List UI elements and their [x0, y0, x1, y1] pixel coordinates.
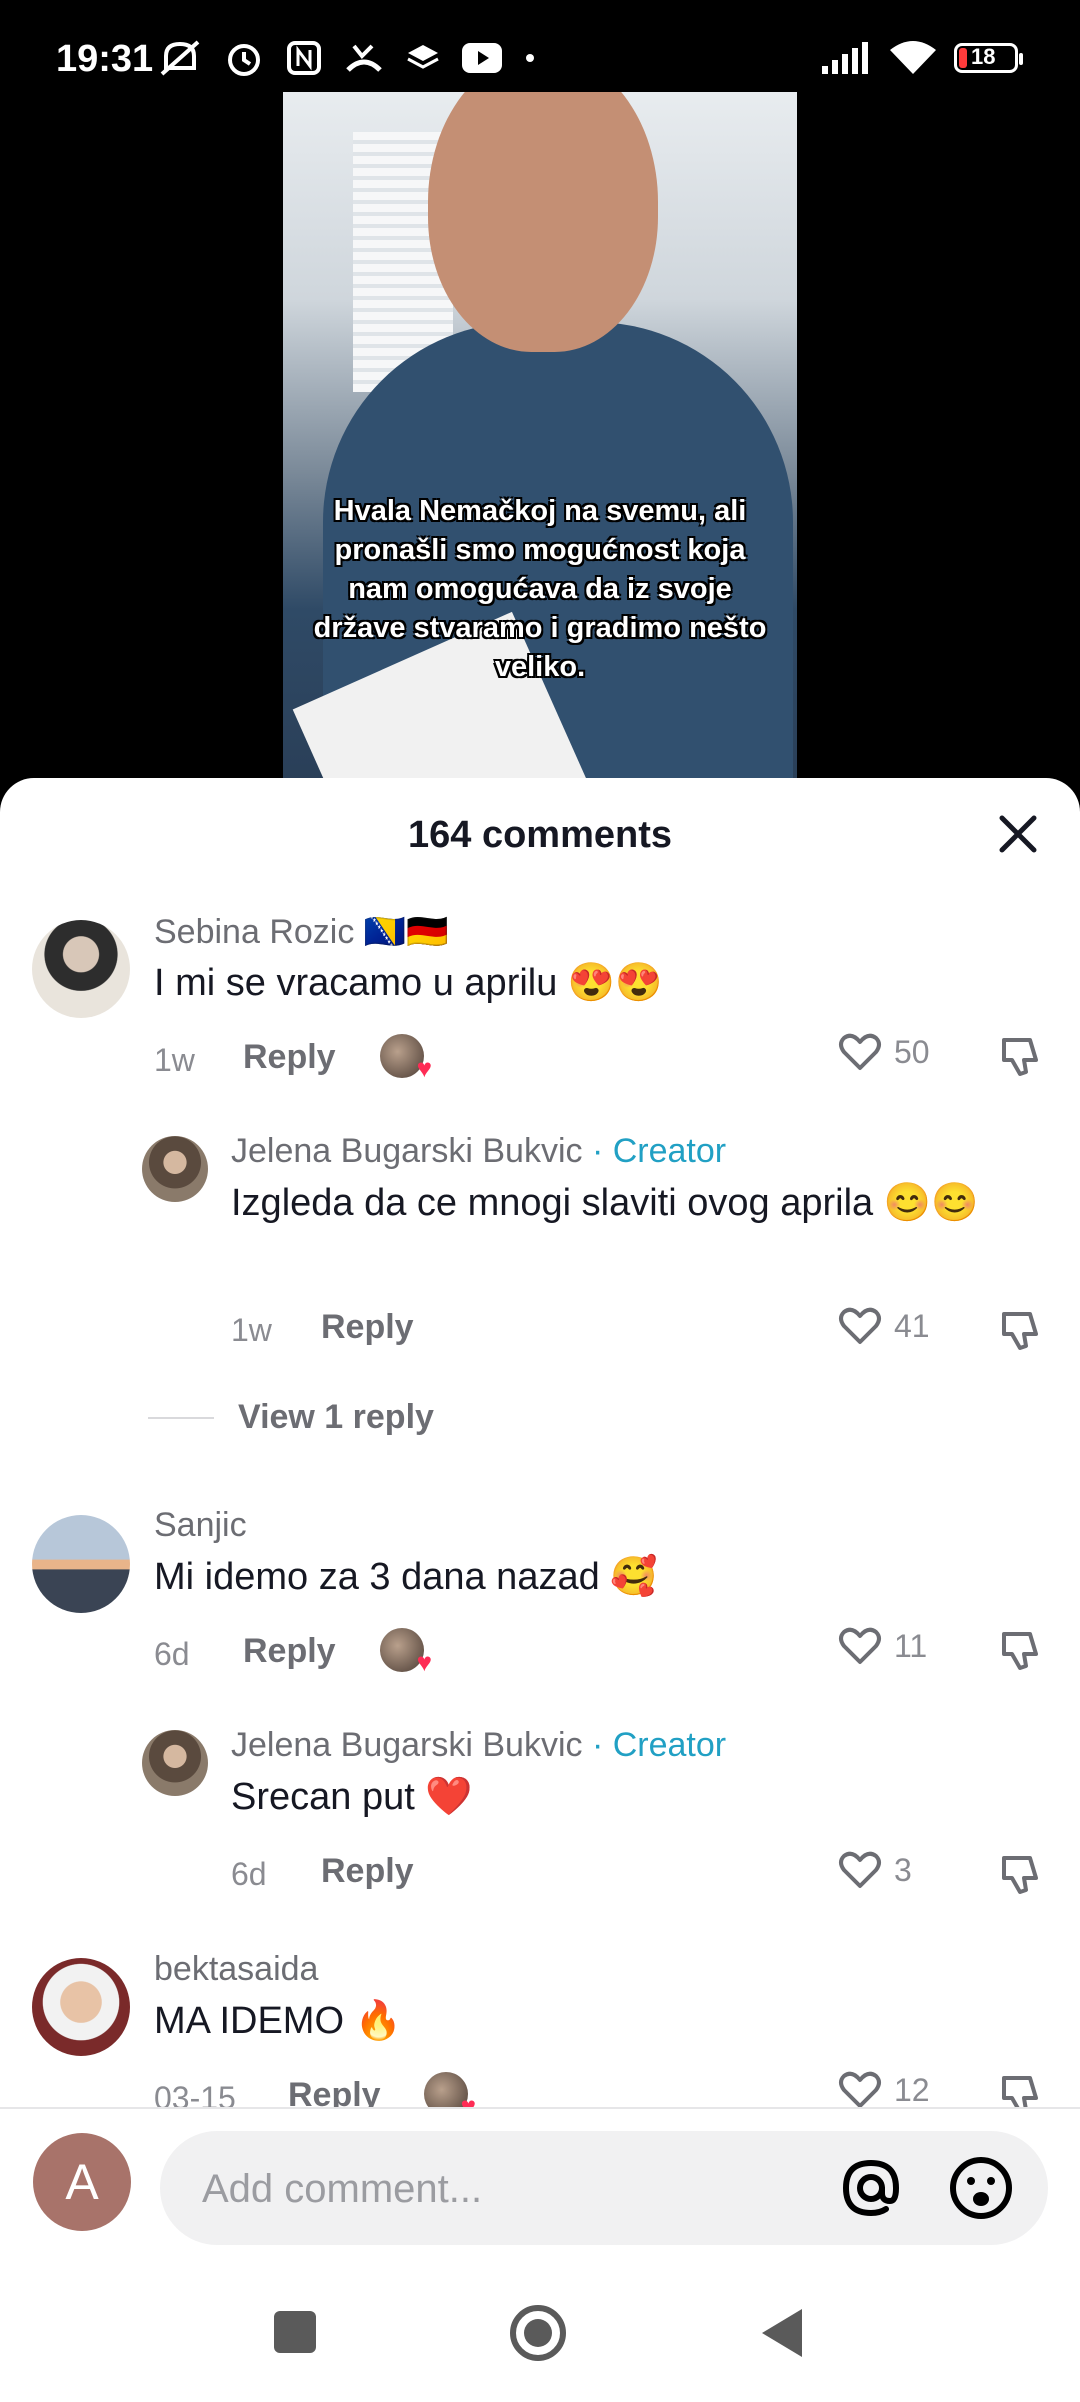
- creator-liked-avatar: ♥: [380, 1034, 432, 1083]
- battery-icon: 18: [954, 43, 1023, 73]
- system-nav-bar: [0, 2259, 1080, 2402]
- battery-level: 18: [971, 44, 996, 69]
- reply-button[interactable]: Reply: [321, 1308, 414, 1347]
- youtube-icon: [462, 43, 502, 73]
- like-button[interactable]: 12: [838, 2070, 930, 2110]
- like-button[interactable]: 41: [838, 1306, 930, 1346]
- emoji-icon[interactable]: [948, 2155, 1014, 2221]
- reply-text: Izgleda da ce mnogi slaviti ovog aprila …: [231, 1182, 979, 1224]
- comments-count-title: 164 comments: [407, 814, 672, 856]
- like-button[interactable]: 11: [838, 1626, 927, 1666]
- recents-icon[interactable]: [272, 2309, 318, 2355]
- dislike-icon[interactable]: [998, 1628, 1042, 1672]
- like-count: 11: [894, 1627, 928, 1664]
- comment-username[interactable]: bektasaida: [154, 1950, 318, 1989]
- like-count: 41: [894, 1307, 930, 1344]
- comment-username[interactable]: Sanjic: [154, 1506, 247, 1545]
- avatar[interactable]: [32, 1958, 130, 2056]
- view-replies-button[interactable]: View 1 reply: [148, 1398, 434, 1437]
- heart-outline-icon: [839, 1627, 881, 1664]
- like-count: 50: [894, 1033, 930, 1070]
- heart-outline-icon: [839, 1307, 881, 1344]
- view-replies-label: View 1 reply: [238, 1398, 434, 1436]
- comment-text: MA IDEMO 🔥: [154, 2000, 402, 2042]
- video-caption: Hvala Nemačkoj na svemu, ali pronašli sm…: [313, 495, 767, 683]
- avatar[interactable]: [32, 1515, 130, 1613]
- comment-input-container[interactable]: [160, 2131, 1048, 2247]
- comment-composer-bar: A: [0, 2107, 1080, 2402]
- comment-time: 1w: [154, 1042, 195, 1078]
- reply-text: Srecan put ❤️: [231, 1776, 473, 1818]
- reply-time: 6d: [231, 1856, 267, 1892]
- signal-icon: [822, 42, 868, 74]
- status-system-icons: 18: [822, 40, 1023, 76]
- reply-button[interactable]: Reply: [243, 1038, 336, 1077]
- creator-badge: · Creator: [591, 1726, 727, 1764]
- close-icon[interactable]: [996, 812, 1040, 856]
- reply-username[interactable]: Jelena Bugarski Bukvic · Creator: [231, 1132, 726, 1171]
- reply-button[interactable]: Reply: [243, 1632, 336, 1671]
- avatar[interactable]: [142, 1136, 208, 1202]
- heart-outline-icon: [839, 1033, 881, 1070]
- add-comment-input[interactable]: [200, 2131, 804, 2247]
- avatar[interactable]: [142, 1730, 208, 1796]
- mention-icon[interactable]: [840, 2157, 902, 2219]
- like-count: 3: [894, 1851, 912, 1888]
- status-notification-icons: [158, 38, 536, 78]
- dislike-icon[interactable]: [998, 1308, 1042, 1352]
- like-button[interactable]: 50: [838, 1032, 930, 1072]
- view-replies-divider: [148, 1416, 214, 1419]
- comment-username[interactable]: Sebina Rozic 🇧🇦🇩🇪: [154, 912, 448, 952]
- comment-time: 6d: [154, 1636, 190, 1672]
- layers-icon: [407, 45, 439, 69]
- dot-icon: [526, 54, 534, 62]
- like-count: 12: [894, 2071, 930, 2108]
- like-button[interactable]: 3: [838, 1850, 912, 1890]
- heart-icon: ♥: [416, 1647, 432, 1677]
- dislike-icon[interactable]: [998, 1852, 1042, 1896]
- heart-outline-icon: [839, 2071, 881, 2108]
- mute-alarm-icon: [160, 40, 200, 76]
- my-avatar[interactable]: A: [33, 2133, 131, 2231]
- creator-liked-avatar: ♥: [380, 1628, 432, 1677]
- home-icon[interactable]: [508, 2303, 568, 2363]
- video-player[interactable]: Hvala Nemačkoj na svemu, ali pronašli sm…: [283, 92, 797, 782]
- heart-outline-icon: [839, 1851, 881, 1888]
- missed-call-icon: [346, 44, 382, 72]
- status-time: 19:31: [56, 38, 154, 80]
- video-person-face: [428, 92, 658, 352]
- reply-button[interactable]: Reply: [321, 1852, 414, 1891]
- wifi-icon: [890, 41, 936, 74]
- alarm-icon: [228, 44, 260, 76]
- dislike-icon[interactable]: [998, 1034, 1042, 1078]
- creator-badge: · Creator: [591, 1132, 727, 1170]
- back-icon[interactable]: [758, 2305, 806, 2361]
- nfc-icon: [287, 41, 321, 75]
- comment-text: Mi idemo za 3 dana nazad 🥰: [154, 1556, 658, 1598]
- reply-time: 1w: [231, 1312, 272, 1348]
- avatar[interactable]: [32, 920, 130, 1018]
- comment-text: I mi se vracamo u aprilu 😍😍: [154, 962, 663, 1004]
- reply-username[interactable]: Jelena Bugarski Bukvic · Creator: [231, 1726, 726, 1765]
- heart-icon: ♥: [416, 1053, 432, 1083]
